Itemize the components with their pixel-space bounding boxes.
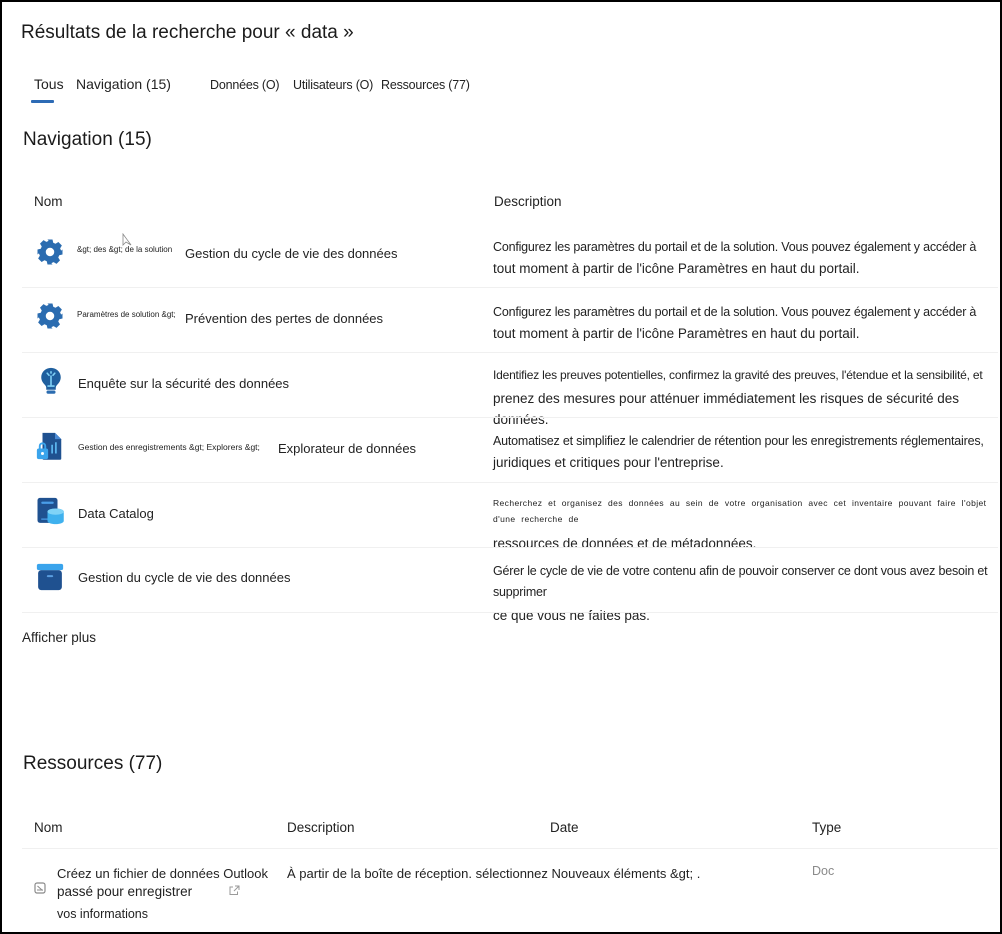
row-description: Identifiez les preuves potentielles, con… bbox=[493, 368, 983, 427]
resource-description: À partir de la boîte de réception. sélec… bbox=[287, 866, 701, 881]
active-tab-indicator bbox=[31, 100, 54, 103]
row-divider bbox=[22, 352, 998, 353]
navigation-section-title: Navigation (15) bbox=[23, 129, 152, 150]
row-divider bbox=[22, 417, 998, 418]
records-explorer-icon bbox=[36, 432, 62, 460]
row-description: Configurez les paramètres du portail et … bbox=[493, 305, 977, 341]
row-breadcrumb: Paramètres de solution &gt; bbox=[77, 310, 176, 319]
resource-name-line1[interactable]: Créez un fichier de données Outlook bbox=[57, 866, 268, 881]
row-name-link[interactable]: Gestion du cycle de vie des données bbox=[78, 570, 290, 585]
row-name-link[interactable]: Prévention des pertes de données bbox=[185, 311, 383, 326]
page-title: Résultats de la recherche pour « data » bbox=[21, 22, 354, 43]
row-name-link[interactable]: Data Catalog bbox=[78, 506, 154, 521]
document-icon bbox=[34, 882, 46, 894]
archive-box-icon bbox=[36, 563, 64, 591]
row-divider bbox=[22, 287, 998, 288]
column-header-name[interactable]: Nom bbox=[34, 194, 63, 209]
tab-navigation[interactable]: Navigation (15) bbox=[76, 76, 171, 92]
resource-type: Doc bbox=[812, 864, 835, 878]
column-header-name[interactable]: Nom bbox=[34, 820, 63, 835]
column-header-date[interactable]: Date bbox=[550, 820, 579, 835]
mouse-cursor-icon bbox=[122, 233, 132, 246]
row-description: Automatisez et simplifiez le calendrier … bbox=[493, 434, 984, 470]
tab-resources[interactable]: Ressources (77) bbox=[381, 78, 470, 92]
tab-data[interactable]: Données (O) bbox=[210, 78, 280, 92]
gear-icon bbox=[37, 239, 63, 265]
resources-section-title: Ressources (77) bbox=[23, 753, 163, 774]
row-description: Gérer le cycle de vie de votre contenu a… bbox=[493, 564, 988, 623]
resource-name-line3[interactable]: vos informations bbox=[57, 907, 148, 921]
row-name-link[interactable]: Gestion du cycle de vie des données bbox=[185, 246, 397, 261]
row-description: Configurez les paramètres du portail et … bbox=[493, 240, 977, 276]
external-link-icon[interactable] bbox=[229, 885, 240, 896]
tab-users[interactable]: Utilisateurs (O) bbox=[293, 78, 373, 92]
row-divider bbox=[22, 482, 998, 483]
lightbulb-icon bbox=[41, 367, 61, 394]
row-divider bbox=[22, 547, 998, 548]
tab-all[interactable]: Tous bbox=[34, 76, 64, 92]
column-header-description[interactable]: Description bbox=[287, 820, 355, 835]
row-description: Recherchez et organisez des données au s… bbox=[493, 498, 987, 551]
header-divider bbox=[22, 848, 998, 849]
row-breadcrumb: Gestion des enregistrements &gt; Explore… bbox=[78, 442, 260, 452]
column-header-description[interactable]: Description bbox=[494, 194, 562, 209]
gear-icon bbox=[37, 303, 63, 329]
column-header-type[interactable]: Type bbox=[812, 820, 841, 835]
row-divider bbox=[22, 612, 998, 613]
search-results-page: Résultats de la recherche pour « data » … bbox=[0, 0, 1002, 934]
resource-name-line2[interactable]: passé pour enregistrer bbox=[57, 884, 192, 899]
show-more-link[interactable]: Afficher plus bbox=[22, 630, 96, 645]
row-name-link[interactable]: Explorateur de données bbox=[278, 441, 416, 456]
row-name-link[interactable]: Enquête sur la sécurité des données bbox=[78, 376, 289, 391]
data-catalog-icon bbox=[37, 497, 64, 525]
